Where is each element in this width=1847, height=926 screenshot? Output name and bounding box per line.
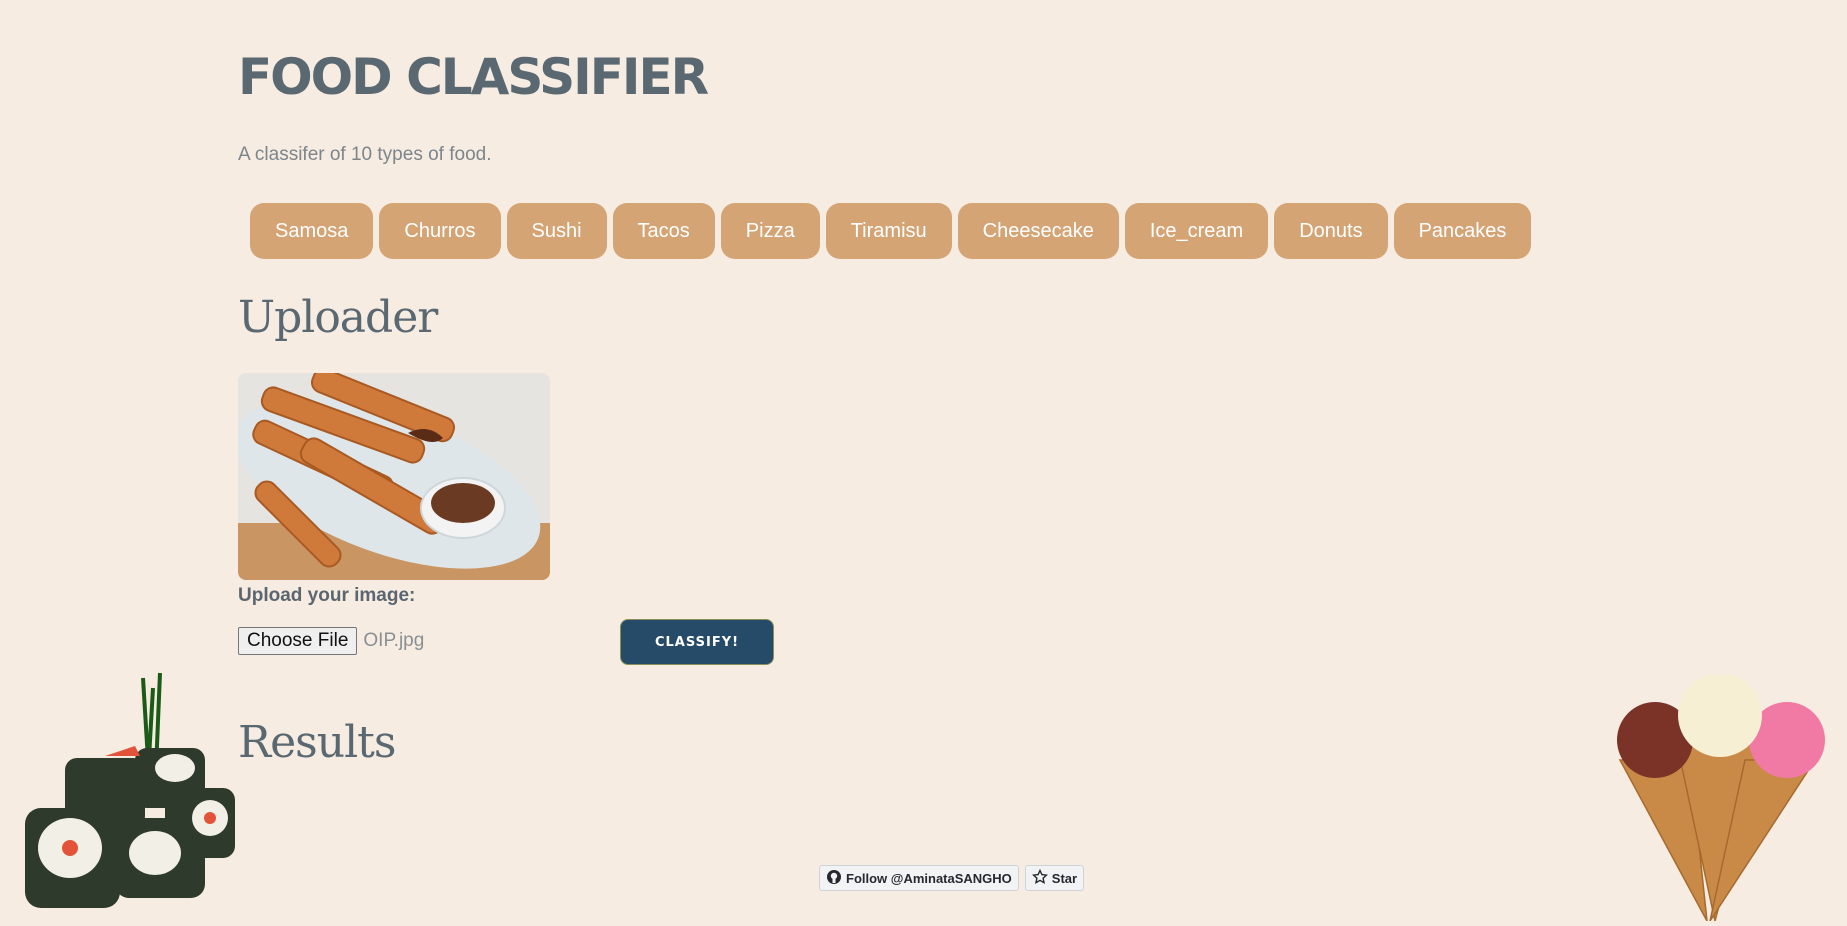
- tag-ice-cream[interactable]: Ice_cream: [1124, 203, 1269, 259]
- results-title: Results: [238, 717, 396, 768]
- tag-churros[interactable]: Churros: [379, 203, 501, 259]
- github-star-button[interactable]: Star: [1024, 865, 1085, 891]
- tag-samosa[interactable]: Samosa: [250, 203, 374, 259]
- selected-file-name: OIP.jpg: [363, 630, 425, 651]
- tag-donuts[interactable]: Donuts: [1274, 203, 1388, 259]
- tag-pancakes[interactable]: Pancakes: [1393, 203, 1532, 259]
- file-input: Choose File OIP.jpg: [238, 627, 424, 655]
- github-buttons: Follow @AminataSANGHO Star: [819, 865, 1085, 891]
- classify-button[interactable]: CLASSIFY!: [620, 619, 774, 665]
- github-follow-label: Follow @AminataSANGHO: [846, 870, 1012, 886]
- ice-cream-decoration-image: [1615, 673, 1825, 926]
- github-follow-button[interactable]: Follow @AminataSANGHO: [819, 865, 1019, 891]
- page-title: FOOD CLASSIFIER: [238, 48, 709, 106]
- upload-label: Upload your image:: [238, 585, 416, 606]
- star-icon: [1031, 868, 1048, 888]
- uploader-title: Uploader: [238, 292, 438, 343]
- food-tags: Samosa Churros Sushi Tacos Pizza Tiramis…: [250, 203, 1532, 259]
- tag-tiramisu[interactable]: Tiramisu: [825, 203, 952, 259]
- uploaded-image-preview: [238, 373, 550, 580]
- choose-file-button[interactable]: Choose File: [238, 627, 358, 655]
- sushi-decoration-image: [25, 668, 235, 923]
- tag-cheesecake[interactable]: Cheesecake: [957, 203, 1119, 259]
- github-icon: [826, 869, 842, 888]
- tag-tacos[interactable]: Tacos: [612, 203, 715, 259]
- tag-pizza[interactable]: Pizza: [720, 203, 820, 259]
- tag-sushi[interactable]: Sushi: [506, 203, 607, 259]
- github-star-label: Star: [1051, 870, 1078, 886]
- page-subtitle: A classifer of 10 types of food.: [238, 144, 492, 165]
